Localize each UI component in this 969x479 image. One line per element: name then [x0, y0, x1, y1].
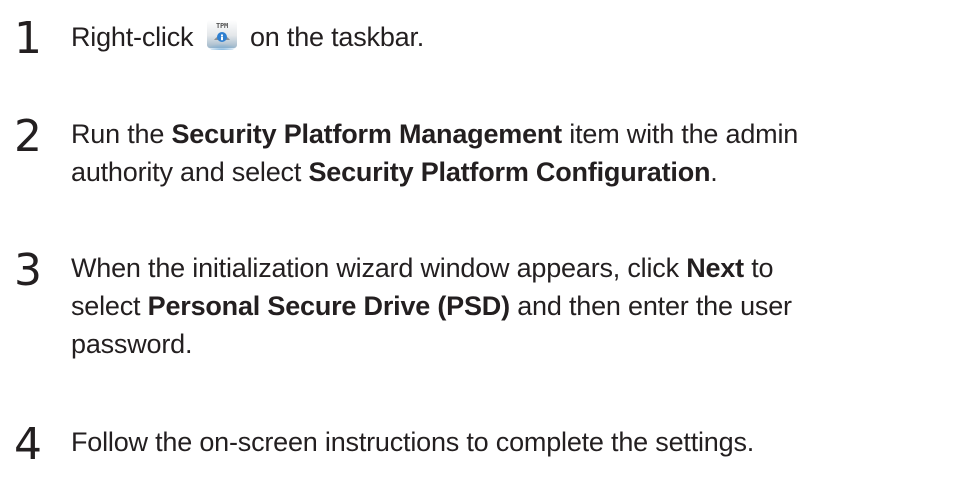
step-text-part: item with the admin [561, 119, 799, 149]
step-text: Follow the on-screen instructions to com… [71, 427, 755, 457]
step-text-part: . [710, 157, 718, 187]
step-text: Run the Security Platform Management ite… [71, 115, 963, 191]
step-line: authority and select Security Platform C… [71, 153, 963, 191]
step-text-part: Run the [71, 119, 172, 149]
step-text-part: password. [71, 329, 193, 359]
step-line: Run the Security Platform Management ite… [71, 115, 963, 153]
step-line: password. [71, 325, 963, 363]
step-text: Right-click TPM on the taskbar. [71, 18, 963, 56]
step-text-part: and then enter the user [509, 291, 792, 321]
step-number: 4 [14, 419, 42, 470]
step-text-part: select [71, 291, 148, 321]
step-number: 1 [14, 13, 42, 64]
step-text-part: authority and select [71, 157, 309, 187]
tpm-tray-icon: TPM [206, 20, 237, 50]
step-bold-term: Personal Secure Drive (PSD) [147, 291, 510, 321]
step-line: select Personal Secure Drive (PSD) and t… [71, 287, 963, 325]
step-text-part: to [743, 253, 774, 283]
step-text-part: on the taskbar. [249, 22, 425, 52]
tpm-icon-label: TPM [216, 22, 228, 30]
step-text: When the initialization wizard window ap… [71, 249, 963, 363]
step-line: When the initialization wizard window ap… [71, 249, 963, 287]
step-number: 3 [14, 245, 42, 296]
step-number: 2 [14, 111, 42, 162]
step-text-part: When the initialization wizard window ap… [71, 253, 687, 283]
step-bold-term: Security Platform Management [171, 119, 562, 149]
step-bold-term: Security Platform Configuration [308, 157, 711, 187]
step-bold-term: Next [686, 253, 744, 283]
step-text-part: Right-click [71, 22, 194, 52]
